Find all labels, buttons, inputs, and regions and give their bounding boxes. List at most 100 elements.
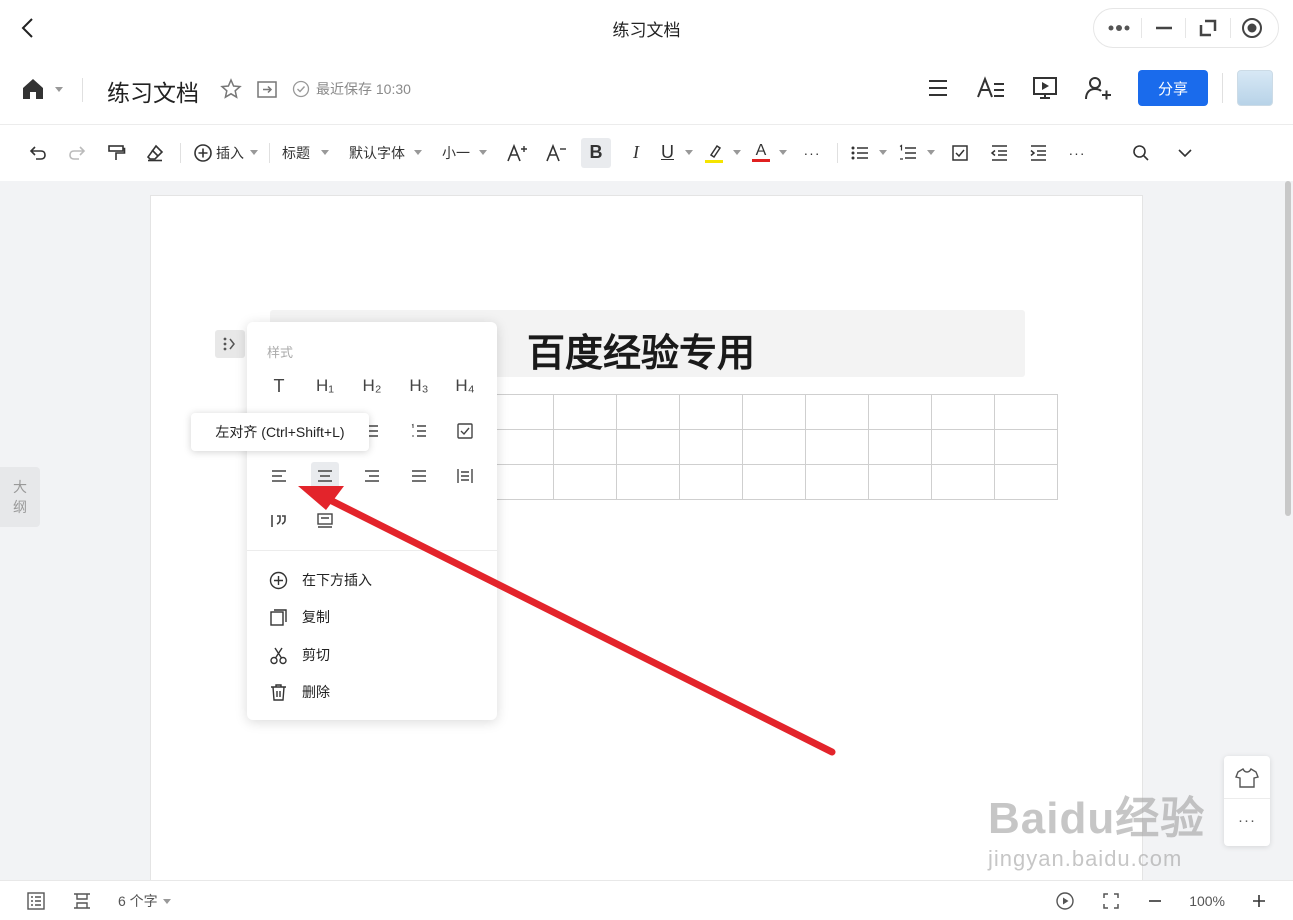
table-cell[interactable] [553, 429, 617, 465]
outline-toggle[interactable]: 大 纲 [0, 467, 40, 527]
block-drag-handle[interactable] [215, 330, 245, 358]
outdent-button[interactable] [985, 138, 1013, 168]
numbered-list-style-button[interactable] [405, 417, 433, 445]
style-h4-button[interactable]: H₄ [451, 372, 479, 400]
table-cell[interactable] [868, 464, 932, 500]
align-left-button[interactable] [265, 462, 293, 490]
table-cell[interactable] [616, 429, 680, 465]
style-h3-button[interactable]: H₃ [405, 372, 433, 400]
scrollbar[interactable] [1285, 181, 1291, 516]
table-cell[interactable] [994, 429, 1058, 465]
add-collaborator-icon[interactable] [1084, 75, 1112, 101]
callout-button[interactable] [311, 507, 339, 535]
table-cell[interactable] [868, 394, 932, 430]
outline-view-icon[interactable] [26, 891, 46, 911]
increase-font-button[interactable] [503, 138, 531, 168]
table-cell[interactable] [616, 394, 680, 430]
panel-more-button[interactable]: ··· [1224, 812, 1270, 829]
home-button[interactable] [20, 76, 63, 102]
minimize-button[interactable] [1146, 12, 1182, 44]
distribute-button[interactable] [451, 462, 479, 490]
table-cell[interactable] [994, 464, 1058, 500]
table-cell[interactable] [679, 429, 743, 465]
play-icon[interactable] [1055, 891, 1075, 911]
zoom-in-icon[interactable] [1251, 893, 1267, 909]
highlight-button[interactable] [704, 138, 741, 168]
document-header: 练习文档 最近保存 10:30 分享 [0, 56, 1293, 122]
task-list-button[interactable] [946, 138, 974, 168]
table-cell[interactable] [742, 464, 806, 500]
numbered-list-button[interactable] [898, 138, 935, 168]
style-h2-button[interactable]: H₂ [358, 372, 386, 400]
style-text-button[interactable]: T [265, 372, 293, 400]
bold-button[interactable]: B [581, 137, 611, 168]
font-color-button[interactable]: A [752, 138, 787, 168]
task-list-style-button[interactable] [451, 417, 479, 445]
table-cell[interactable] [931, 429, 995, 465]
table-cell[interactable] [490, 464, 554, 500]
restore-button[interactable] [1190, 12, 1226, 44]
table-cell[interactable] [679, 394, 743, 430]
more-button[interactable] [1102, 12, 1138, 44]
align-justify-button[interactable] [405, 462, 433, 490]
document-title[interactable]: 练习文档 [107, 74, 199, 108]
font-size-select[interactable]: 小一 [442, 138, 487, 168]
table-cell[interactable] [553, 394, 617, 430]
font-select[interactable]: 默认字体 [349, 138, 422, 168]
copy-item[interactable]: 复制 [269, 605, 330, 629]
insert-below-item[interactable]: 在下方插入 [269, 568, 372, 592]
format-painter-button[interactable] [102, 138, 130, 168]
redo-button[interactable] [63, 138, 91, 168]
table-cell[interactable] [616, 464, 680, 500]
collapse-toolbar-button[interactable] [1171, 138, 1199, 168]
table-cell[interactable] [805, 464, 869, 500]
bullet-list-button[interactable] [850, 138, 887, 168]
insert-button[interactable]: 插入 [193, 138, 258, 168]
table-cell[interactable] [868, 429, 932, 465]
table-cell[interactable] [742, 429, 806, 465]
move-to-folder-icon[interactable] [256, 78, 278, 100]
page-view-icon[interactable] [72, 891, 92, 911]
delete-item[interactable]: 删除 [269, 680, 330, 704]
decrease-font-button[interactable] [542, 138, 570, 168]
avatar[interactable] [1237, 70, 1273, 106]
more-paragraph-button[interactable]: ··· [1063, 138, 1091, 168]
align-right-button[interactable] [358, 462, 386, 490]
zoom-out-icon[interactable] [1147, 893, 1163, 909]
menu-icon[interactable] [926, 76, 950, 100]
table-cell[interactable] [679, 464, 743, 500]
fullscreen-icon[interactable] [1101, 891, 1121, 911]
search-button[interactable] [1127, 138, 1155, 168]
underline-button[interactable]: U [661, 138, 693, 168]
cut-item[interactable]: 剪切 [269, 643, 330, 667]
quote-button[interactable] [265, 507, 293, 535]
star-icon[interactable] [220, 78, 242, 100]
align-center-button[interactable] [311, 462, 339, 490]
zoom-level[interactable]: 100% [1189, 893, 1225, 909]
style-h1-button[interactable]: H₁ [311, 372, 339, 400]
theme-button[interactable] [1235, 767, 1259, 794]
table-cell[interactable] [805, 429, 869, 465]
table-cell[interactable] [553, 464, 617, 500]
table-cell[interactable] [931, 464, 995, 500]
table-cell[interactable] [931, 394, 995, 430]
more-format-button[interactable]: ··· [798, 138, 826, 168]
italic-button[interactable]: I [622, 138, 650, 168]
table-cell[interactable] [490, 429, 554, 465]
document-heading[interactable]: 百度经验专用 [527, 322, 755, 377]
undo-button[interactable] [24, 138, 52, 168]
chevron-down-icon [1178, 148, 1192, 157]
word-count[interactable]: 6 个字 [118, 891, 171, 911]
document-table[interactable] [490, 394, 1058, 500]
table-cell[interactable] [994, 394, 1058, 430]
close-button[interactable] [1234, 12, 1270, 44]
presentation-icon[interactable] [1032, 75, 1058, 101]
indent-button[interactable] [1024, 138, 1052, 168]
table-cell[interactable] [742, 394, 806, 430]
table-cell[interactable] [490, 394, 554, 430]
heading-select[interactable]: 标题 [282, 138, 329, 168]
clear-format-button[interactable] [141, 138, 169, 168]
table-cell[interactable] [805, 394, 869, 430]
text-format-icon[interactable] [976, 75, 1006, 101]
share-button[interactable]: 分享 [1138, 70, 1208, 106]
